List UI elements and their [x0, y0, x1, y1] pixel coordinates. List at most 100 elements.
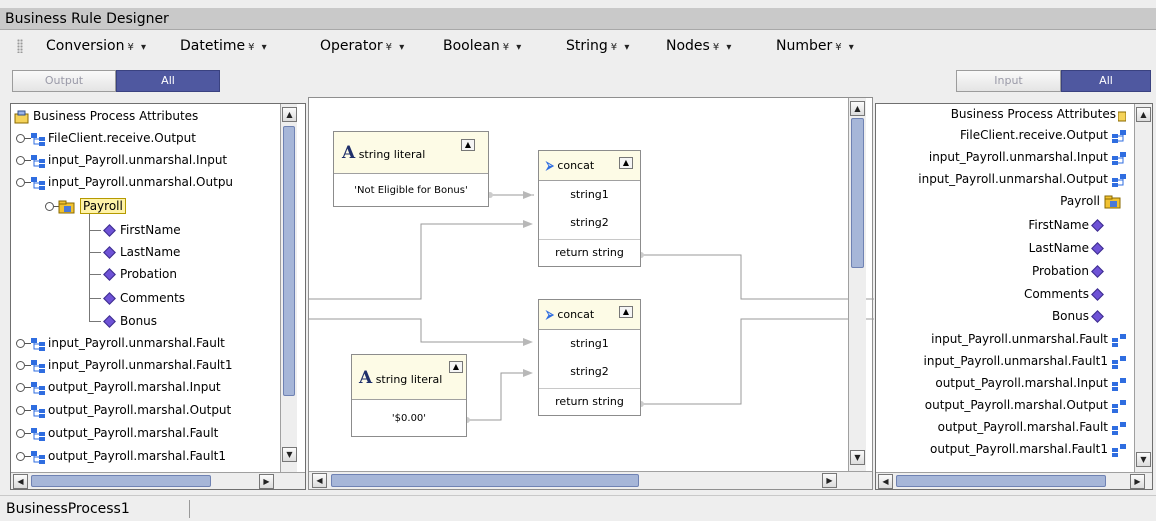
tree-item[interactable]: output_Payroll.marshal.Input — [16, 377, 221, 397]
title-bar: Business Rule Designer — [0, 8, 1156, 30]
struct-icon — [1112, 333, 1126, 347]
scroll-right-icon[interactable]: ▶ — [822, 473, 837, 488]
tree-item-field[interactable]: FirstName — [918, 215, 1126, 238]
tree-item[interactable]: output_Payroll.marshal.Fault — [16, 423, 218, 443]
tree-item-field[interactable]: Probation — [89, 264, 177, 284]
scroll-left-icon[interactable]: ◀ — [878, 474, 893, 489]
tree-item-field[interactable]: Probation — [918, 261, 1126, 284]
scroll-down-icon[interactable]: ▼ — [850, 450, 865, 465]
tree-item[interactable]: input_Payroll.unmarshal.Fault — [16, 333, 225, 353]
tree-item-payroll[interactable]: Payroll — [918, 191, 1126, 215]
tree-root[interactable]: Business Process Attributes — [918, 104, 1127, 125]
scroll-right-icon[interactable]: ▶ — [259, 474, 274, 489]
menu-boolean[interactable]: Boolean ¥ ▾ — [443, 38, 523, 54]
tree-item-field[interactable]: LastName — [918, 238, 1126, 261]
string-literal-node[interactable]: A string literal ▲ 'Not Eligible for Bon… — [333, 131, 489, 207]
tree-item[interactable]: input_Payroll.unmarshal.Input — [918, 147, 1126, 169]
expand-handle-icon[interactable] — [16, 339, 31, 348]
scroll-up-icon[interactable]: ▲ — [850, 101, 865, 116]
expand-handle-icon[interactable] — [16, 134, 31, 143]
left-vertical-scrollbar[interactable]: ▲ ▼ — [280, 104, 297, 472]
expand-handle-icon[interactable] — [16, 383, 31, 392]
collapse-icon[interactable]: ▲ — [619, 306, 633, 318]
tree-item[interactable]: input_Payroll.unmarshal.Output — [918, 169, 1126, 191]
tree-item[interactable]: output_Payroll.marshal.Fault — [918, 417, 1126, 439]
input-toggle-button[interactable]: Input — [956, 70, 1061, 92]
tree-root[interactable]: Business Process Attributes — [14, 106, 198, 126]
right-vertical-scrollbar[interactable]: ▲ ▼ — [1134, 104, 1152, 472]
scroll-up-icon[interactable]: ▲ — [282, 107, 297, 122]
struct-icon — [1112, 399, 1126, 413]
collapse-icon[interactable]: ▲ — [449, 361, 463, 373]
struct-icon — [31, 132, 45, 146]
scroll-left-icon[interactable]: ◀ — [312, 473, 327, 488]
expand-handle-icon[interactable] — [16, 156, 31, 165]
mapping-canvas[interactable]: A string literal ▲ 'Not Eligible for Bon… — [308, 97, 874, 490]
input-port[interactable]: string2 — [539, 209, 640, 237]
scroll-up-icon[interactable]: ▲ — [1136, 107, 1151, 122]
menu-nodes[interactable]: Nodes ¥ ▾ — [666, 38, 733, 54]
left-horizontal-scrollbar[interactable]: ◀ ▶ — [11, 472, 305, 489]
tree-item-field[interactable]: Bonus — [89, 311, 157, 331]
tree-item-field[interactable]: LastName — [89, 242, 180, 262]
tree-item[interactable]: output_Payroll.marshal.Output — [918, 395, 1126, 417]
menu-conversion[interactable]: Conversion ¥ ▾ — [46, 38, 148, 54]
tree-item-payroll[interactable]: Payroll — [45, 196, 126, 216]
expand-handle-icon[interactable] — [16, 452, 31, 461]
scroll-thumb[interactable] — [896, 475, 1106, 487]
tree-item[interactable]: output_Payroll.marshal.Output — [16, 400, 231, 420]
struct-icon — [31, 176, 45, 190]
expand-handle-icon[interactable] — [16, 178, 31, 187]
scroll-left-icon[interactable]: ◀ — [13, 474, 28, 489]
output-port[interactable]: return string — [539, 388, 640, 416]
tree-item[interactable]: input_Payroll.unmarshal.Fault — [918, 329, 1126, 351]
tree-item[interactable]: input_Payroll.unmarshal.Outpu — [16, 172, 233, 192]
expand-handle-icon[interactable] — [16, 361, 31, 370]
string-literal-node[interactable]: A string literal ▲ '$0.00' — [351, 354, 467, 437]
collapse-icon[interactable]: ▲ — [461, 139, 475, 151]
menu-number[interactable]: Number ¥ ▾ — [776, 38, 856, 54]
tree-item[interactable]: input_Payroll.unmarshal.Fault1 — [918, 351, 1126, 373]
right-horizontal-scrollbar[interactable]: ◀ ▶ — [876, 472, 1152, 489]
input-port[interactable]: string1 — [539, 330, 640, 358]
scroll-right-icon[interactable]: ▶ — [1130, 474, 1145, 489]
menu-string[interactable]: String ¥ ▾ — [566, 38, 631, 54]
tree-item-field[interactable]: Comments — [918, 284, 1126, 306]
concat-node[interactable]: ⮚ concat ▲ string1 string2 return string — [538, 299, 641, 416]
literal-value[interactable]: '$0.00' — [352, 400, 466, 437]
input-port[interactable]: string1 — [539, 181, 640, 209]
tree-item[interactable]: FileClient.receive.Output — [16, 128, 196, 148]
scroll-thumb[interactable] — [283, 126, 295, 396]
all-toggle-button-left[interactable]: All — [116, 70, 220, 92]
scroll-down-icon[interactable]: ▼ — [1136, 452, 1151, 467]
scroll-thumb[interactable] — [851, 118, 864, 268]
literal-value[interactable]: 'Not Eligible for Bonus' — [334, 174, 488, 207]
tree-item-field[interactable]: Comments — [89, 288, 185, 308]
tree-item-field[interactable]: FirstName — [89, 220, 181, 240]
menu-datetime[interactable]: Datetime ¥ ▾ — [180, 38, 269, 54]
tree-item[interactable]: output_Payroll.marshal.Fault1 — [16, 446, 226, 466]
concat-node[interactable]: ⮚ concat ▲ string1 string2 return string — [538, 150, 641, 267]
expand-handle-icon[interactable] — [45, 202, 60, 211]
all-toggle-button-right[interactable]: All — [1061, 70, 1151, 92]
tree-item[interactable]: input_Payroll.unmarshal.Input — [16, 150, 227, 170]
output-toggle-button[interactable]: Output — [12, 70, 116, 92]
tree-item[interactable]: FileClient.receive.Output — [918, 125, 1126, 147]
tree-item-field[interactable]: Bonus — [918, 306, 1126, 329]
expand-handle-icon[interactable] — [16, 429, 31, 438]
toolbar-grip-icon[interactable] — [17, 39, 23, 53]
input-port[interactable]: string2 — [539, 358, 640, 386]
canvas-horizontal-scrollbar[interactable]: ◀ ▶ — [309, 471, 872, 489]
scroll-thumb[interactable] — [331, 474, 639, 487]
output-port[interactable]: return string — [539, 239, 640, 267]
expand-handle-icon[interactable] — [16, 406, 31, 415]
canvas-vertical-scrollbar[interactable]: ▲ ▼ — [848, 98, 866, 471]
menu-operator[interactable]: Operator ¥ ▾ — [320, 38, 406, 54]
tree-item[interactable]: output_Payroll.marshal.Input — [918, 373, 1126, 395]
scroll-down-icon[interactable]: ▼ — [282, 447, 297, 462]
tree-item[interactable]: input_Payroll.unmarshal.Fault1 — [16, 355, 233, 375]
collapse-icon[interactable]: ▲ — [619, 157, 633, 169]
tree-item[interactable]: output_Payroll.marshal.Fault1 — [918, 439, 1126, 461]
window-title: Business Rule Designer — [5, 11, 169, 27]
scroll-thumb[interactable] — [31, 475, 211, 487]
